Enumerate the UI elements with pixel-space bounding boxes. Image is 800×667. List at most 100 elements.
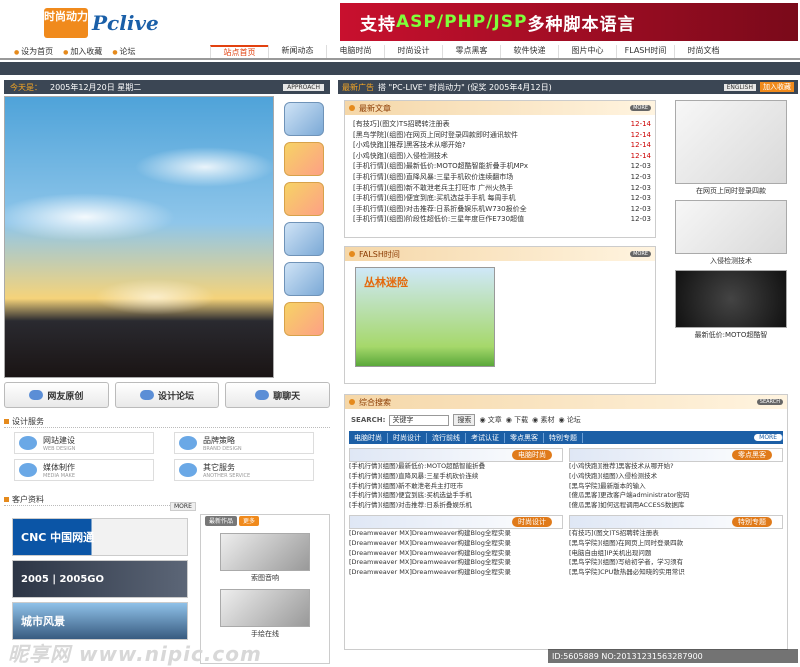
category-item[interactable]: [Dreamweaver MX]Dreamweaver构建Blog全程实录 (349, 529, 563, 539)
flash-more[interactable]: MORE (630, 251, 651, 257)
search-option-forum[interactable]: 论坛 (558, 415, 581, 425)
right-thumb-2[interactable] (675, 200, 787, 254)
category-item[interactable]: [Dreamweaver MX]Dreamweaver构建Blog全程实录 (349, 539, 563, 549)
services-grid: 网站建设 WEB DESIGN 品牌策略 BRAND DESIGN 媒体制作 MEDI… (14, 432, 314, 482)
nav-home[interactable]: 站点首页 (210, 44, 268, 58)
clients-more-button[interactable]: MORE (170, 502, 196, 511)
right-thumb-3[interactable] (675, 270, 787, 328)
news-item[interactable]: [有技巧](图文)TS招聘转注册表 12-14 (353, 119, 651, 130)
right-caption-3[interactable]: 最新低价:MOTO超酷智 (664, 330, 798, 340)
news-title: [手机行情](组图)直降风暴:三星手机砍价连续翻市场 (353, 172, 514, 181)
news-item[interactable]: [小鸡快跑][推荐]黑客技术从哪开始? 12-14 (353, 140, 651, 151)
nav-docs[interactable]: 时尚文档 (674, 44, 732, 58)
tab-latest-works[interactable]: 最新作品 (205, 516, 238, 526)
site-logo[interactable]: 时尚动力 Pclive (44, 6, 194, 40)
ticker-ad-label: 最新广告 (342, 82, 374, 92)
forum-link[interactable]: 论坛 (112, 46, 135, 57)
set-homepage-link[interactable]: 设为首页 (14, 46, 53, 57)
ticker-text[interactable]: 搭 "PC-LIVE" 时尚动力" (促奖 2005年4月12日) (378, 82, 552, 93)
category-item[interactable]: [手机行情](组图)新不敢泄老兵主打旺市 (349, 482, 563, 492)
nav-hacker[interactable]: 零点黑客 (442, 44, 500, 58)
service-other-name: 其它服务 (203, 462, 235, 472)
add-favorite-button[interactable]: 加入收藏 (760, 82, 794, 92)
news-date: 12-14 (630, 141, 651, 150)
latest-articles-more[interactable]: MORE (630, 105, 651, 111)
news-item[interactable]: [手机行情](组图)对击推荐:日系折叠娱乐机W730报价全 12-03 (353, 204, 651, 215)
nav-flash[interactable]: FLASH时间 (616, 44, 674, 58)
tab-hacker[interactable]: 零点黑客 (505, 432, 544, 443)
news-item[interactable]: [小鸡快跑](组图)入侵检测技术 12-14 (353, 151, 651, 162)
monitor-icon[interactable] (284, 262, 324, 296)
search-option-downloads[interactable]: 下载 (506, 415, 528, 425)
right-caption-2[interactable]: 入侵检测技术 (664, 256, 798, 266)
recommend-image-1[interactable] (220, 533, 310, 571)
add-favorite-link[interactable]: 加入收藏 (63, 46, 102, 57)
tab-exams[interactable]: 考试认证 (466, 432, 505, 443)
people-icon[interactable] (284, 102, 324, 136)
news-date: 12-03 (630, 183, 651, 192)
nav-news[interactable]: 新闻动态 (268, 44, 326, 58)
right-caption-1[interactable]: 在网页上同时登录四款 (664, 186, 798, 196)
tab-pc-fashion[interactable]: 电脑时尚 (349, 432, 388, 443)
news-title: [手机行情](组图)对击推荐:日系折叠娱乐机W730报价全 (353, 204, 527, 213)
news-item[interactable]: [手机行情](组图)直降风暴:三星手机砍价连续翻市场 12-03 (353, 172, 651, 183)
news-item[interactable]: [手机行情](组图)最新低价:MOTO超酷智能折叠手机MPx 12-03 (353, 161, 651, 172)
news-title: [有技巧](图文)TS招聘转注册表 (353, 120, 450, 128)
news-item[interactable]: [黑鸟学院](组图)在网页上同时登录四款即时通讯软件 12-14 (353, 130, 651, 141)
english-button[interactable]: ENGLISH (723, 83, 756, 91)
category-item[interactable]: [Dreamweaver MX]Dreamweaver构建Blog全程实录 (349, 558, 563, 568)
banner-highlight: ASP/PHP/JSP (396, 12, 528, 32)
nav-pc-fashion[interactable]: 电脑时尚 (326, 44, 384, 58)
service-other[interactable]: 其它服务 ANOTHER SERVICE (174, 459, 314, 481)
search-input[interactable]: 关键字 (389, 414, 450, 426)
category-banner[interactable]: 时尚设计 (349, 514, 563, 529)
logo-en: Pclive (92, 11, 159, 35)
nav-software[interactable]: 软件快递 (500, 44, 558, 58)
news-item[interactable]: [手机行情](组图)阶段性超低价:三星年度巨作E730超值 12-03 (353, 214, 651, 225)
news-title: [手机行情](组图)阶段性超低价:三星年度巨作E730超值 (353, 215, 525, 224)
news-date: 12-03 (630, 194, 651, 203)
tab-design[interactable]: 时尚设计 (388, 432, 427, 443)
category-item[interactable]: [手机行情](组图)最新低价:MOTO超酷智能折叠 (349, 462, 563, 472)
chat-button[interactable]: 聊聊天 (225, 382, 331, 408)
service-media[interactable]: 媒体制作 MEDIA MAKE (14, 459, 154, 481)
client-2005go[interactable]: 2005 | 2005GO (12, 560, 188, 598)
design-forum-button[interactable]: 设计论坛 (114, 382, 220, 408)
category-item[interactable]: [手机行情](组图)直降风暴:三星手机砍价连续 (349, 472, 563, 482)
tab-trends[interactable]: 流行前线 (427, 432, 466, 443)
category-block: 时尚设计 [Dreamweaver MX]Dreamweaver构建Blog全程实… (349, 514, 563, 578)
news-item[interactable]: [手机行情](组图)新不敢泄老兵主打旺市 广州火热手 12-03 (353, 183, 651, 194)
category-banner[interactable]: 电脑时尚 (349, 448, 563, 462)
tab-special[interactable]: 特别专题 (544, 432, 583, 443)
service-brand[interactable]: 品牌策略 BRAND DESIGN (174, 432, 314, 454)
news-title: [小鸡快跑](组图)入侵检测技术 (353, 151, 448, 160)
nav-pictures[interactable]: 图片中心 (558, 44, 616, 58)
category-item[interactable]: [手机行情](组图)便宜到底:买机选益手手机 (349, 491, 563, 501)
tab-more[interactable]: 更多 (239, 516, 260, 526)
client-city[interactable]: 城市风景 (12, 602, 188, 640)
flash-game-thumbnail[interactable]: 丛林迷险 (355, 267, 495, 367)
client-cnc[interactable]: CNC 中国网通 (12, 518, 188, 556)
original-works-label: 网友原创 (47, 391, 84, 402)
news-item[interactable]: [手机行情](组图)便宜到底:买机选益手手机 每周手机 12-03 (353, 193, 651, 204)
nav-design[interactable]: 时尚设计 (384, 44, 442, 58)
latest-articles-list: [有技巧](图文)TS招聘转注册表 12-14 [黑鸟学院](组图)在网页上同时登录… (345, 115, 655, 225)
pencil-icon[interactable] (284, 302, 324, 336)
category-item[interactable]: [Dreamweaver MX]Dreamweaver构建Blog全程实录 (349, 568, 563, 578)
recommend-caption-1[interactable]: 索图音响 (201, 573, 329, 583)
ad-banner[interactable]: 支持 ASP/PHP/JSP 多种脚本语言 (340, 3, 798, 41)
search-option-articles[interactable]: 文章 (479, 415, 502, 425)
category-item[interactable]: [Dreamweaver MX]Dreamweaver构建Blog全程实录 (349, 549, 563, 559)
palette-icon[interactable] (284, 182, 324, 216)
service-web[interactable]: 网站建设 WEB DESIGN (14, 432, 154, 454)
original-works-button[interactable]: 网友原创 (4, 382, 109, 408)
cube-icon[interactable] (284, 142, 324, 176)
search-option-materials[interactable]: 素材 (532, 415, 554, 425)
right-thumb-1[interactable] (675, 100, 787, 184)
category-item[interactable]: [手机行情](组图)对击推荐:日系折叠娱乐机 (349, 501, 563, 511)
news-date: 12-14 (630, 120, 651, 128)
search-button[interactable]: 搜索 (453, 414, 476, 426)
recommend-tabs: 最新作品 更多 (201, 515, 329, 527)
computer-icon[interactable] (284, 222, 324, 256)
recommend-image-2[interactable] (220, 589, 310, 627)
